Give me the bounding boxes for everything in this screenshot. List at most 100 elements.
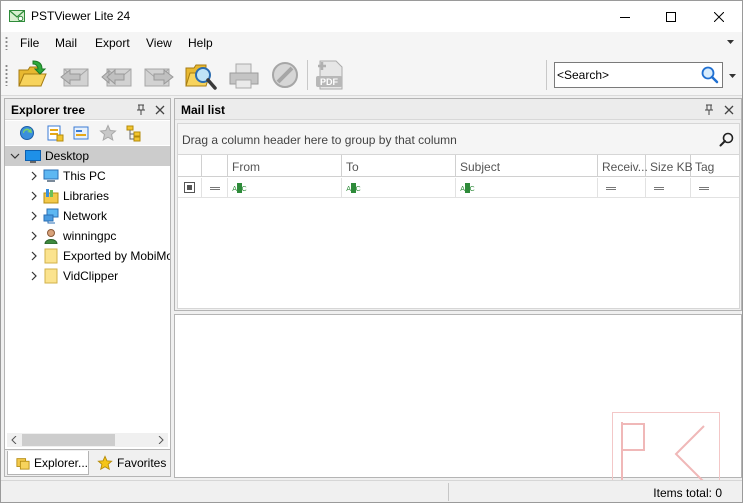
status-separator xyxy=(448,483,449,501)
tab-explorer[interactable]: Explorer... xyxy=(7,451,89,475)
tree-item-winningpc[interactable]: winningpc xyxy=(5,226,170,246)
text-filter-abc-icon: ABC xyxy=(346,183,361,193)
svg-text:ABC: ABC xyxy=(232,186,246,193)
minimize-icon xyxy=(620,16,630,18)
column-label: From xyxy=(232,160,260,174)
tree-item-exported-by-mobimover[interactable]: Exported by MobiMover xyxy=(5,246,170,266)
equals-icon xyxy=(606,187,616,190)
explorer-toolbar xyxy=(5,121,170,145)
filter-cell-to[interactable]: ABC xyxy=(342,178,456,198)
search-box[interactable] xyxy=(554,62,723,88)
mail-grid: From To Subject Receiv... Size KB Tag AB… xyxy=(177,155,740,309)
export-pdf-icon[interactable]: PDF xyxy=(314,58,348,92)
tab-favorites-label: Favorites xyxy=(117,456,167,470)
tree-label: Desktop xyxy=(45,149,90,163)
collapsed-chevron-icon[interactable] xyxy=(29,211,39,221)
filter-cell-tag[interactable] xyxy=(691,178,741,198)
toolbar-grip[interactable] xyxy=(5,64,8,86)
menu-export[interactable]: Export xyxy=(95,36,130,50)
mail-preview-pane xyxy=(174,314,742,496)
tree-item-desktop[interactable]: Desktop xyxy=(5,146,170,166)
minimize-button[interactable] xyxy=(602,1,648,32)
filter-checkbox[interactable] xyxy=(184,182,195,193)
libraries-icon xyxy=(43,189,59,204)
column-label: Size KB xyxy=(650,160,693,174)
tree-item-libraries[interactable]: Libraries xyxy=(5,186,170,206)
scroll-left-button[interactable] xyxy=(7,433,21,447)
search-input[interactable] xyxy=(557,67,697,83)
column-header-from[interactable]: From xyxy=(228,155,342,177)
pin-icon[interactable] xyxy=(702,103,716,117)
tree-item-this-pc[interactable]: This PC xyxy=(5,166,170,186)
window-title: PSTViewer Lite 24 xyxy=(31,9,131,23)
filter-cell-received[interactable] xyxy=(598,178,646,198)
forward-icon[interactable] xyxy=(142,58,176,92)
explorer-close-icon[interactable] xyxy=(153,103,167,117)
mail-list-close-icon[interactable] xyxy=(722,103,736,117)
menu-view[interactable]: View xyxy=(146,36,172,50)
menu-file[interactable]: File xyxy=(20,36,39,50)
network-icon xyxy=(43,208,59,224)
reply-all-icon[interactable] xyxy=(100,58,134,92)
menu-mail[interactable]: Mail xyxy=(55,36,77,50)
horizontal-scrollbar[interactable] xyxy=(7,433,168,447)
filter-cell-from[interactable]: ABC xyxy=(228,178,342,198)
collapsed-chevron-icon[interactable] xyxy=(29,231,39,241)
menu-overflow-chevron-icon[interactable] xyxy=(727,40,734,45)
open-icon[interactable] xyxy=(15,58,49,92)
scroll-right-button[interactable] xyxy=(154,433,168,447)
print-icon[interactable] xyxy=(227,58,261,92)
maximize-icon xyxy=(666,11,676,22)
collapsed-chevron-icon[interactable] xyxy=(29,271,39,281)
close-icon xyxy=(714,11,724,22)
tree-item-network[interactable]: Network xyxy=(5,206,170,226)
collapsed-chevron-icon[interactable] xyxy=(29,191,39,201)
filter-cell-select[interactable] xyxy=(178,178,202,198)
search-icon[interactable] xyxy=(700,65,720,85)
filter-cell-subject[interactable]: ABC xyxy=(456,178,598,198)
column-header-to[interactable]: To xyxy=(342,155,456,177)
column-header-tag[interactable]: Tag xyxy=(691,155,741,177)
refresh-icon[interactable] xyxy=(18,124,36,142)
close-button[interactable] xyxy=(696,1,742,32)
collapsed-chevron-icon[interactable] xyxy=(29,171,39,181)
collapsed-chevron-icon[interactable] xyxy=(29,251,39,261)
properties-icon[interactable] xyxy=(46,124,64,142)
desktop-icon xyxy=(25,150,41,163)
toolbar-separator-2 xyxy=(546,60,547,90)
main-toolbar: PDF xyxy=(1,54,742,96)
maximize-button[interactable] xyxy=(648,1,694,32)
column-header-received[interactable]: Receiv... xyxy=(598,155,648,177)
find-panel-search-icon[interactable] xyxy=(719,132,735,148)
scrollbar-thumb[interactable] xyxy=(22,434,115,446)
explorer-icon xyxy=(16,457,30,470)
column-header-icon[interactable] xyxy=(202,155,228,177)
column-label: Subject xyxy=(460,160,501,174)
reply-icon[interactable] xyxy=(58,58,92,92)
group-by-hint: Drag a column header here to group by th… xyxy=(182,133,457,147)
filter-cell-size[interactable] xyxy=(646,178,691,198)
menu-help[interactable]: Help xyxy=(188,36,213,50)
tree-icon[interactable] xyxy=(125,124,143,142)
column-header-select[interactable] xyxy=(178,155,202,177)
favorite-star-icon[interactable] xyxy=(99,124,117,142)
scroll-left-icon xyxy=(11,436,17,444)
tab-favorites[interactable]: Favorites xyxy=(97,451,169,475)
toolbar-overflow-chevron-icon[interactable] xyxy=(729,74,736,79)
app-window: PSTViewer Lite 24 File Mail Export View … xyxy=(0,0,743,503)
stop-icon[interactable] xyxy=(268,58,302,92)
find-icon[interactable] xyxy=(184,58,218,92)
group-by-panel[interactable]: Drag a column header here to group by th… xyxy=(177,123,740,155)
menu-grip[interactable] xyxy=(5,36,8,50)
expanded-chevron-icon[interactable] xyxy=(10,151,20,161)
filter-cell-icon[interactable] xyxy=(202,178,228,198)
tree-item-vidclipper[interactable]: VidClipper xyxy=(5,266,170,286)
view-icon[interactable] xyxy=(72,124,90,142)
star-icon xyxy=(97,455,113,471)
toolbar-separator xyxy=(307,60,308,90)
pin-icon[interactable] xyxy=(134,103,148,117)
column-header-subject[interactable]: Subject xyxy=(456,155,598,177)
column-header-size[interactable]: Size KB xyxy=(646,155,693,177)
tree-label: Network xyxy=(63,209,108,223)
explorer-panel: Explorer tree Desktop This PC Libraries … xyxy=(4,98,171,477)
